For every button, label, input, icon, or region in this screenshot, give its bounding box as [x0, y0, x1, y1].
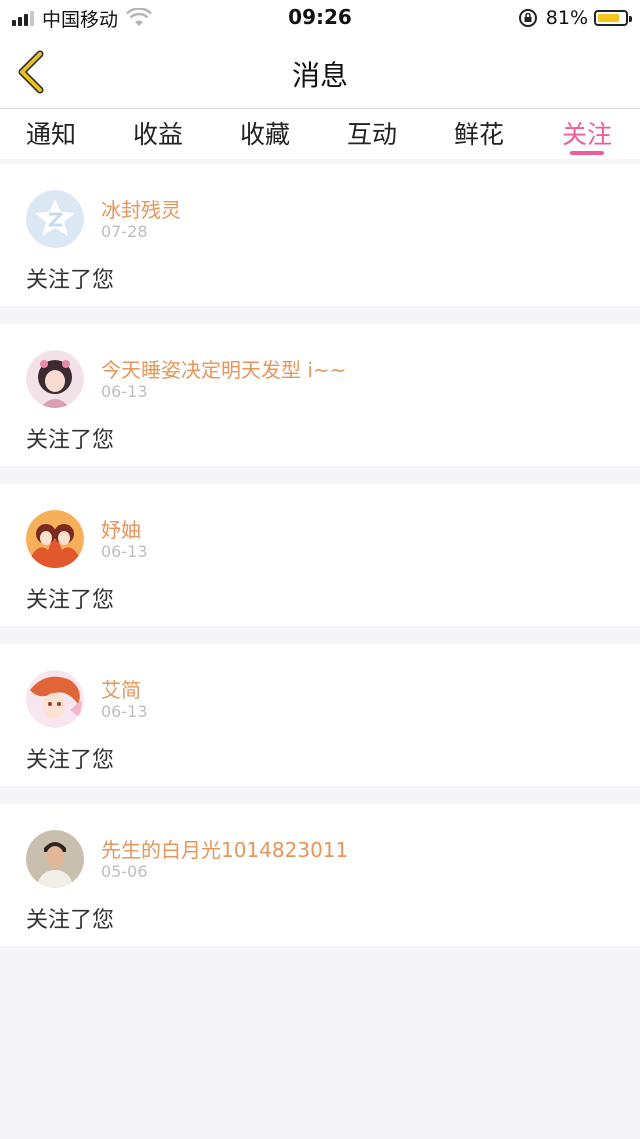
tab-flowers[interactable]: 鲜花: [454, 115, 504, 151]
message-text: 关注了您: [26, 748, 115, 773]
tab-favorites[interactable]: 收藏: [240, 115, 290, 151]
message-item[interactable]: 今天睡姿决定明天发型 i~~ 06-13 关注了您: [0, 324, 640, 466]
status-bar: 中国移动 09:26 81%: [0, 0, 640, 36]
user-name[interactable]: 先生的白月光1014823011: [101, 834, 348, 863]
rotation-lock-icon: [518, 9, 537, 27]
tab-interactions[interactable]: 互动: [347, 115, 397, 151]
tab-bar: 通知 收益 收藏 互动 鲜花 关注: [0, 109, 640, 159]
avatar-image[interactable]: [26, 670, 84, 728]
nav-header: 消息: [0, 36, 640, 109]
avatar-image[interactable]: [26, 350, 84, 408]
message-item[interactable]: 妤妯 06-13 关注了您: [0, 484, 640, 626]
status-right: 81%: [518, 6, 632, 30]
message-text: 关注了您: [26, 428, 115, 453]
user-name[interactable]: 今天睡姿决定明天发型 i~~: [101, 354, 346, 383]
active-tab-indicator: [570, 151, 604, 155]
message-text: 关注了您: [26, 588, 115, 613]
tab-follows[interactable]: 关注: [562, 115, 612, 151]
message-item[interactable]: 先生的白月光1014823011 05-06 关注了您: [0, 804, 640, 946]
avatar-image[interactable]: [26, 830, 84, 888]
message-date: 05-06: [101, 862, 148, 881]
message-text: 关注了您: [26, 268, 115, 293]
page-title: 消息: [291, 59, 348, 92]
message-item[interactable]: 冰封残灵 07-28 关注了您: [0, 164, 640, 306]
avatar-default-icon[interactable]: [26, 190, 84, 248]
battery-percent: 81%: [545, 7, 588, 29]
message-date: 06-13: [101, 702, 148, 721]
avatar-image[interactable]: [26, 510, 84, 568]
message-date: 06-13: [101, 382, 148, 401]
message-item[interactable]: 艾简 06-13 关注了您: [0, 644, 640, 786]
user-name[interactable]: 妤妯: [101, 514, 141, 543]
user-name[interactable]: 冰封残灵: [101, 194, 181, 223]
message-date: 07-28: [101, 222, 148, 241]
user-name[interactable]: 艾简: [101, 674, 141, 703]
tab-notice[interactable]: 通知: [26, 115, 76, 151]
battery-icon: [594, 10, 632, 26]
message-date: 06-13: [101, 542, 148, 561]
message-text: 关注了您: [26, 908, 115, 933]
tab-earnings[interactable]: 收益: [133, 115, 183, 151]
